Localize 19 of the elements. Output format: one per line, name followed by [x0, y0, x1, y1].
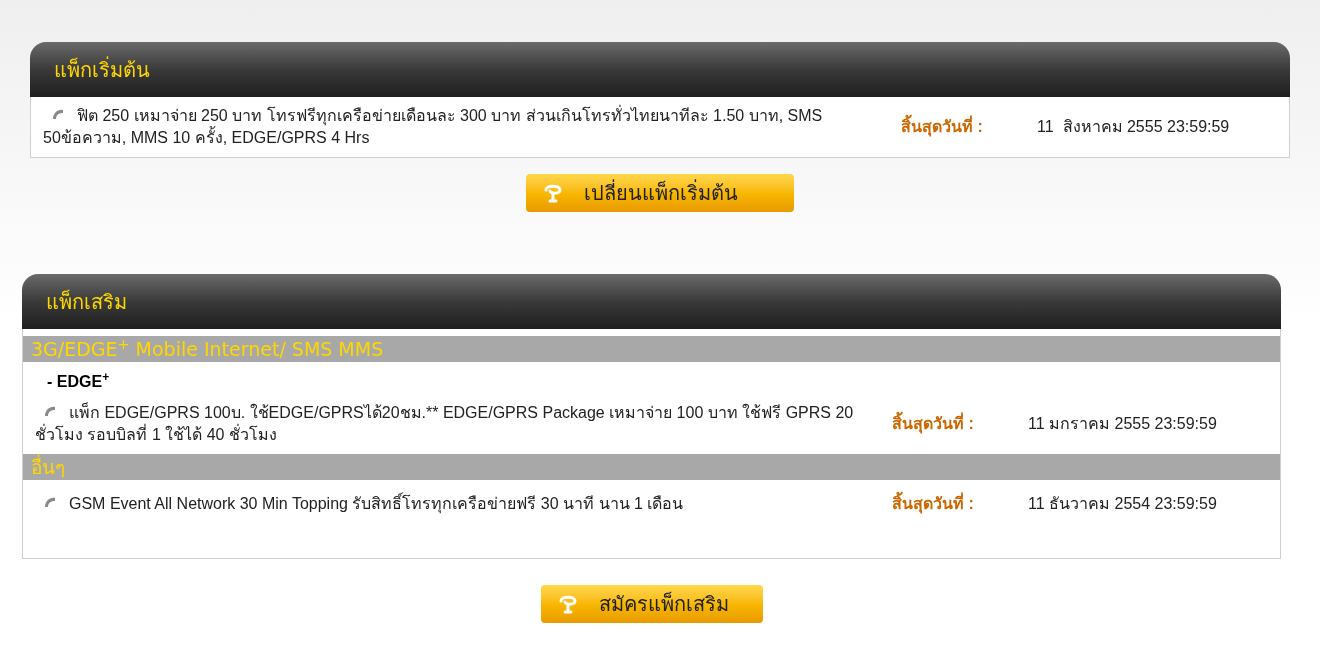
- expiry-date: 11 สิงหาคม 2555 23:59:59: [1037, 117, 1231, 137]
- category-title: อื่นๆ: [31, 453, 65, 480]
- phone-icon: [43, 405, 57, 419]
- subheading: - EDGE$^{+}$: [47, 373, 110, 390]
- phone-icon: [43, 496, 57, 510]
- panel-title: แพ็กเสริม: [46, 288, 127, 315]
- expiry-date: 11 ธันวาคม 2554 23:59:59: [1028, 494, 1218, 514]
- category-title: 3G/EDGE$^{+}$ Mobile Internet/ SMS MMS: [31, 334, 384, 362]
- expiry-date: 11 มกราคม 2555 23:59:59: [1028, 414, 1218, 434]
- expiry-label: สิ้นสุดวันที่ :: [892, 412, 1012, 436]
- expiry-label: สิ้นสุดวันที่ :: [892, 492, 1012, 516]
- phone-icon: [51, 108, 65, 122]
- loop-icon: [542, 182, 564, 204]
- action-button[interactable]: สมัครแพ็กเสริม: [540, 585, 763, 623]
- panel-title: แพ็กเริ่มต้น: [54, 55, 150, 83]
- package-description: ฟิต 250 เหมาจ่าย 250 บาท โทรฟรีทุกเครือข่ายเดือนละ 300 บาท ส่วนเกินโทรทั่วไทยนาทีละ 1.50 บาท, SMS 50ข้อความ, MMS 10 ครั้ง, EDGE/GPRS 4 Hrs: [43, 107, 823, 146]
- package-description: แพ็ก EDGE/GPRS 100บ. ใช้EDGE/GPRSได้20ชม.** EDGE/GPRS Package เหมาจ่าย 100 บาท ใช้ฟรี GPRS 20 ชั่วโมง รอบบิลที่ 1 ใช้ได้ 40 ชั่วโมง: [35, 404, 854, 443]
- expiry-label: สิ้นสุดวันที่ :: [901, 115, 1021, 139]
- action-button[interactable]: เปลี่ยนแพ็กเริ่มต้น: [526, 174, 794, 212]
